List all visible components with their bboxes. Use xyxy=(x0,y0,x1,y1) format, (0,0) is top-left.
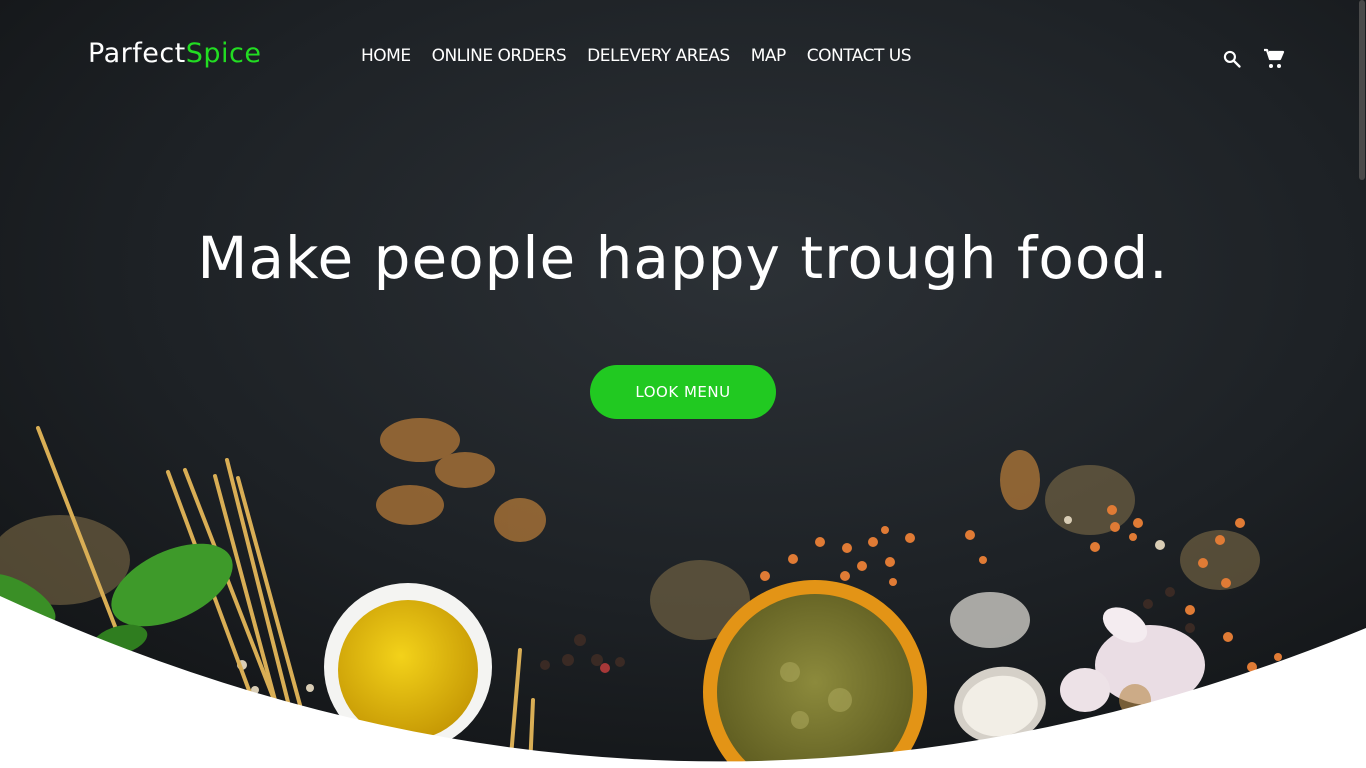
page-scrollbar[interactable] xyxy=(1358,0,1366,768)
nav-link-contact-us[interactable]: CONTACT US xyxy=(807,46,912,66)
logo-text-part1: Parfect xyxy=(88,38,186,69)
nav-link-delivery-areas[interactable]: DELEVERY AREAS xyxy=(587,46,730,66)
scrollbar-thumb[interactable] xyxy=(1359,0,1365,180)
nav-link-map[interactable]: MAP xyxy=(751,46,787,66)
main-nav: HOME ONLINE ORDERS DELEVERY AREAS MAP CO… xyxy=(361,46,912,66)
search-icon[interactable] xyxy=(1220,47,1244,71)
hero-headline: Make people happy trough food. xyxy=(197,224,1169,292)
top-navbar: ParfectSpice HOME ONLINE ORDERS DELEVERY… xyxy=(0,0,1366,118)
look-menu-button[interactable]: LOOK MENU xyxy=(590,365,776,419)
cart-icon[interactable] xyxy=(1262,47,1286,71)
site-logo[interactable]: ParfectSpice xyxy=(88,38,262,69)
hero-section: ParfectSpice HOME ONLINE ORDERS DELEVERY… xyxy=(0,0,1366,768)
nav-link-home[interactable]: HOME xyxy=(361,46,411,66)
nav-icons xyxy=(1220,47,1286,71)
nav-link-online-orders[interactable]: ONLINE ORDERS xyxy=(432,46,567,66)
logo-text-part2: Spice xyxy=(185,38,262,69)
